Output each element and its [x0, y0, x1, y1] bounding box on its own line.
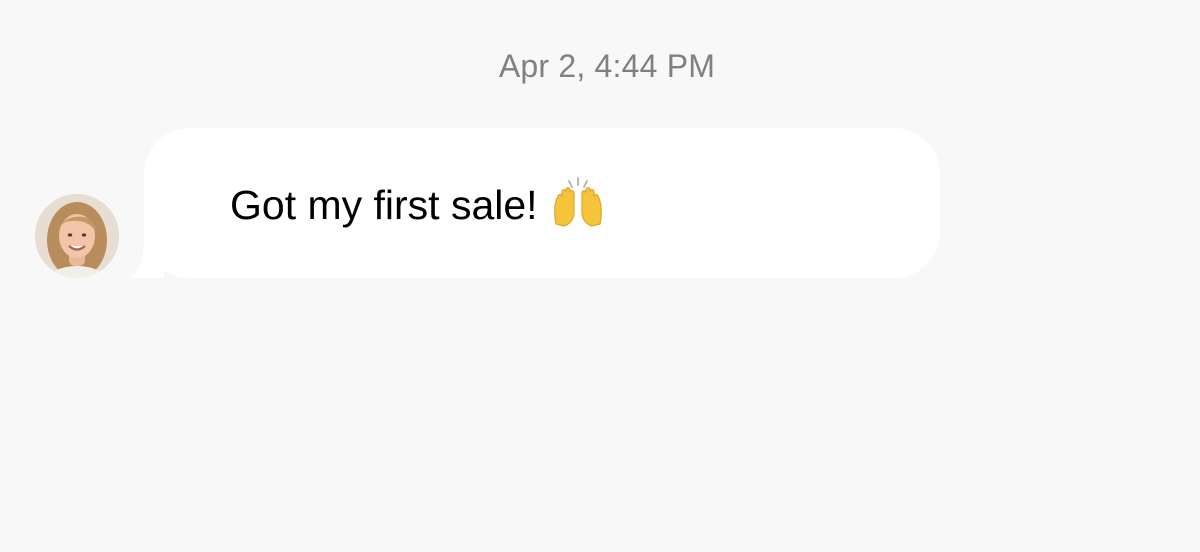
- message-text: Got my first sale!: [230, 182, 538, 228]
- message-bubble[interactable]: Got my first sale!: [144, 128, 940, 278]
- message-timestamp: Apr 2, 4:44 PM: [498, 48, 716, 84]
- message-content: Got my first sale!: [230, 176, 606, 232]
- raising-hands-emoji: [550, 176, 606, 230]
- sender-avatar[interactable]: [35, 194, 119, 278]
